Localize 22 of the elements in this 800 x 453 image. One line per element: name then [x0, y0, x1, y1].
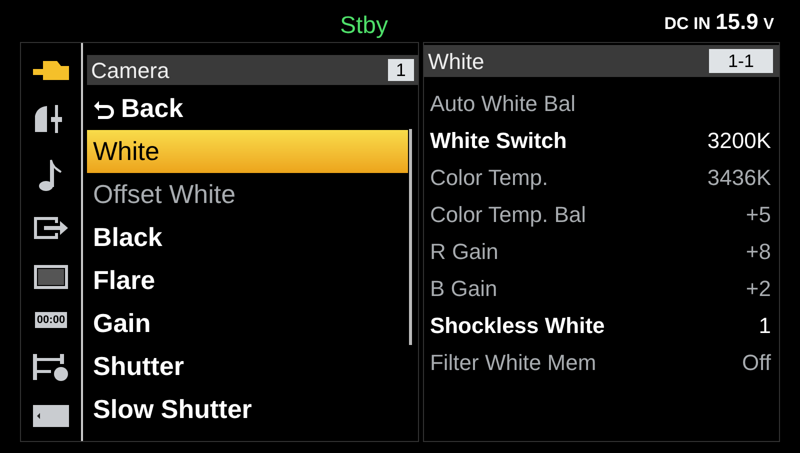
submenu-title: White: [428, 48, 484, 76]
back-arrow-icon: [93, 98, 115, 118]
monitor-icon[interactable]: [34, 264, 68, 289]
card-icon[interactable]: [33, 404, 69, 427]
menu-item[interactable]: Flare: [87, 259, 408, 302]
menu-item[interactable]: Black: [87, 216, 408, 259]
output-icon[interactable]: [32, 215, 70, 242]
voltage-value: 15.9: [716, 8, 758, 36]
mode-status: Stby: [340, 11, 388, 41]
menu-title: Camera: [91, 56, 170, 84]
power-label: DC IN: [664, 13, 710, 35]
menu-item[interactable]: Shutter: [87, 345, 408, 388]
setting-row[interactable]: Shockless White 1: [430, 307, 771, 344]
setting-row[interactable]: White Switch 3200K: [430, 122, 771, 159]
menu-item[interactable]: Gain: [87, 302, 408, 345]
menu-item[interactable]: Back: [87, 87, 408, 130]
menu-item[interactable]: White: [87, 130, 408, 173]
menu-item[interactable]: Slow Shutter: [87, 388, 408, 431]
timecode-icon[interactable]: 00:00: [34, 312, 68, 328]
voltage-unit: V: [763, 15, 774, 35]
page-badge: 1-1: [709, 49, 773, 73]
page-badge: 1: [388, 59, 414, 81]
